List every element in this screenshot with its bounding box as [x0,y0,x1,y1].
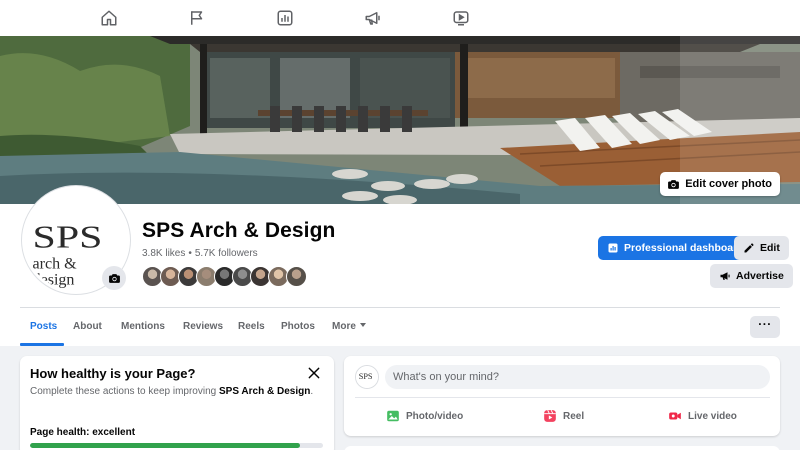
camera-icon [108,273,120,283]
tab-mentions[interactable]: Mentions [121,321,165,332]
caret-down-icon [359,323,366,328]
pencil-icon [744,243,754,253]
next-card-edge [344,446,780,450]
page-health-description-text: Complete these actions to keep improving [30,386,219,397]
avatar-logo-sps: SPS [33,219,103,255]
header-divider [20,307,780,308]
dashboard-icon [608,243,618,253]
live-video-button[interactable]: Live video [668,407,737,425]
follower-avatar[interactable] [286,266,307,287]
stats-separator: • [188,248,192,259]
follower-avatars[interactable] [142,266,307,288]
live-video-label: Live video [688,410,737,422]
home-icon[interactable] [100,9,118,27]
top-navigation [0,0,800,36]
page-health-status: Page health: excellent [30,427,136,438]
page-title: SPS Arch & Design [142,219,336,242]
tab-reels[interactable]: Reels [238,321,265,332]
page-health-progress-fill [30,443,300,448]
camera-icon [668,179,680,189]
reel-button[interactable]: Reel [543,407,584,425]
megaphone-icon [720,272,730,280]
photo-icon [387,410,399,422]
page-health-page-name: SPS Arch & Design [219,386,311,397]
video-icon[interactable] [452,9,470,27]
edit-cover-photo-button[interactable]: Edit cover photo [660,172,780,196]
tab-reviews[interactable]: Reviews [183,321,223,332]
tab-posts[interactable]: Posts [30,321,57,332]
whats-on-your-mind-input[interactable] [385,365,770,389]
reel-label: Reel [563,410,585,422]
insights-icon[interactable] [276,9,294,27]
advertise-button[interactable]: Advertise [710,264,793,288]
close-icon [308,367,320,379]
advertise-label: Advertise [736,270,784,282]
followers-count[interactable]: 5.7K followers [195,248,258,259]
megaphone-icon[interactable] [364,9,382,27]
tab-more-label: More [332,321,356,332]
cover-photo: Edit cover photo [0,36,800,204]
page-health-progress-bar [30,443,323,448]
tab-photos[interactable]: Photos [281,321,315,332]
composer-avatar-logo: SPS [359,372,373,381]
photo-video-label: Photo/video [406,410,464,422]
page-health-title: How healthy is your Page? [30,366,196,381]
flag-icon[interactable] [188,9,206,27]
tab-about[interactable]: About [73,321,102,332]
likes-count[interactable]: 3.8K likes [142,248,185,259]
tab-more[interactable]: More [332,321,366,332]
avatar-camera-button[interactable] [102,266,126,290]
edit-cover-photo-label: Edit cover photo [685,178,772,190]
page-stats: 3.8K likes • 5.7K followers [142,248,258,259]
page-health-description-end: . [310,386,314,397]
edit-page-label: Edit [760,242,780,254]
page-health-description: Complete these actions to keep improving… [30,385,320,398]
active-tab-indicator [20,343,64,346]
post-composer: SPS Photo/video Reel Live video [344,356,780,436]
reel-icon [544,409,556,422]
more-options-button[interactable]: ··· [750,316,780,338]
more-options-icon: ··· [758,317,772,331]
professional-dashboard-button[interactable]: Professional dashboard [598,236,753,260]
avatar-logo-arch: arch & [33,255,78,272]
page-health-card: How healthy is your Page? Complete these… [20,356,334,450]
close-button[interactable] [306,365,322,381]
live-video-icon [669,412,681,420]
composer-avatar[interactable]: SPS [355,365,379,389]
photo-video-button[interactable]: Photo/video [386,407,463,425]
composer-divider [355,397,770,398]
professional-dashboard-label: Professional dashboard [624,242,744,254]
edit-page-button[interactable]: Edit [734,236,789,260]
